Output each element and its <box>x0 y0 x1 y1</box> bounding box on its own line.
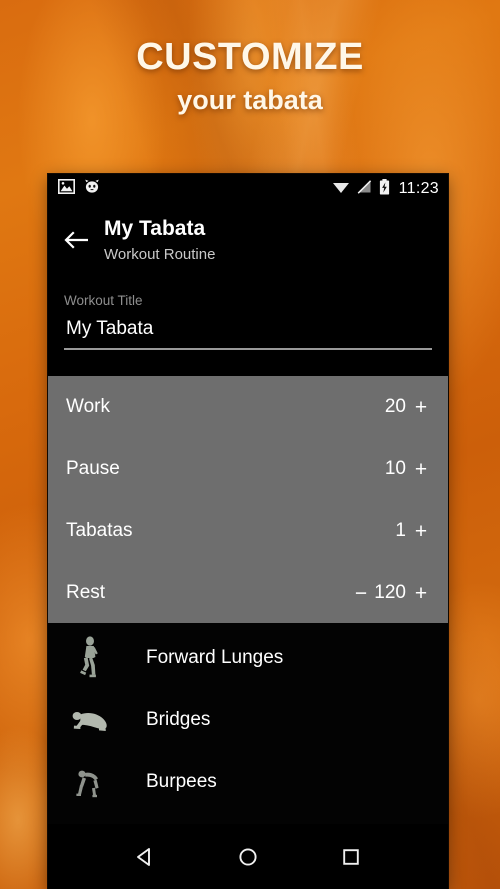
app-bar-titles: My Tabata Workout Routine <box>104 214 215 266</box>
exercise-name: Burpees <box>146 771 217 792</box>
rest-value: 120 <box>374 582 406 603</box>
promo-headline-line1: CUSTOMIZE <box>136 36 364 78</box>
page-title: My Tabata <box>104 217 206 240</box>
tabatas-value: 1 <box>395 520 406 541</box>
list-item[interactable]: Burpees <box>48 751 448 813</box>
app-bar: My Tabata Workout Routine <box>48 204 448 284</box>
status-bar-right-icons: 11:23 <box>332 178 439 200</box>
signal-off-icon <box>357 179 372 199</box>
nav-recents-icon[interactable] <box>327 833 375 881</box>
burpee-figure-icon <box>66 758 114 806</box>
settings-row-controls: 1 + <box>350 520 432 542</box>
image-icon <box>58 179 75 199</box>
status-bar: 11:23 <box>48 174 448 204</box>
rest-minus-button[interactable]: − <box>350 583 372 604</box>
battery-charging-icon <box>379 178 390 200</box>
pause-value: 10 <box>384 458 406 479</box>
promo-headline: CUSTOMIZE your tabata <box>0 34 500 120</box>
settings-row-label: Pause <box>66 458 120 479</box>
lunge-figure-icon <box>66 634 114 682</box>
workout-title-label: Workout Title <box>64 293 143 308</box>
settings-row-work[interactable]: Work 20 + <box>48 376 448 438</box>
settings-row-tabatas[interactable]: Tabatas 1 + <box>48 500 448 562</box>
list-item[interactable]: Forward Lunges <box>48 627 448 689</box>
rest-plus-button[interactable]: + <box>410 583 432 604</box>
workout-title-underline <box>64 348 432 350</box>
tabatas-plus-button[interactable]: + <box>410 521 432 542</box>
promo-headline-line2: your tabata <box>177 85 323 115</box>
exercise-name: Bridges <box>146 709 211 730</box>
settings-row-pause[interactable]: Pause 10 + <box>48 438 448 500</box>
status-bar-left-icons <box>58 179 100 199</box>
settings-panel: Work 20 + Pause 10 + Tabatas 1 + Rest − … <box>48 376 448 623</box>
workout-title-input[interactable] <box>64 310 436 343</box>
status-bar-clock: 11:23 <box>398 180 439 197</box>
settings-row-rest[interactable]: Rest − 120 + <box>48 562 448 624</box>
settings-row-controls: 20 + <box>350 396 432 418</box>
pause-plus-button[interactable]: + <box>410 459 432 480</box>
page-subtitle: Workout Routine <box>104 246 216 263</box>
promo-screenshot: CUSTOMIZE your tabata 11:23 My Tabata Wo… <box>0 0 500 889</box>
exercise-list: Forward Lunges Bridges Burpees <box>48 623 448 824</box>
field-gap <box>48 353 448 376</box>
bridge-figure-icon <box>66 696 114 744</box>
nav-back-icon[interactable] <box>121 833 169 881</box>
work-plus-button[interactable]: + <box>410 397 432 418</box>
phone-screen: 11:23 My Tabata Workout Routine Workout … <box>48 174 448 889</box>
settings-row-controls: 10 + <box>350 458 432 480</box>
exercise-name: Forward Lunges <box>146 647 284 668</box>
wifi-icon <box>332 180 350 199</box>
settings-row-label: Tabatas <box>66 520 133 541</box>
android-nav-bar <box>48 824 448 889</box>
back-button[interactable] <box>48 214 104 250</box>
settings-row-label: Rest <box>66 582 106 603</box>
cat-face-icon <box>84 179 100 199</box>
settings-row-label: Work <box>66 396 110 417</box>
nav-home-icon[interactable] <box>224 833 272 881</box>
list-item[interactable]: Bridges <box>48 689 448 751</box>
settings-row-controls: − 120 + <box>350 582 432 604</box>
back-arrow-icon <box>64 231 88 249</box>
work-value: 20 <box>384 396 406 417</box>
workout-title-field-wrapper: Workout Title <box>48 284 448 353</box>
